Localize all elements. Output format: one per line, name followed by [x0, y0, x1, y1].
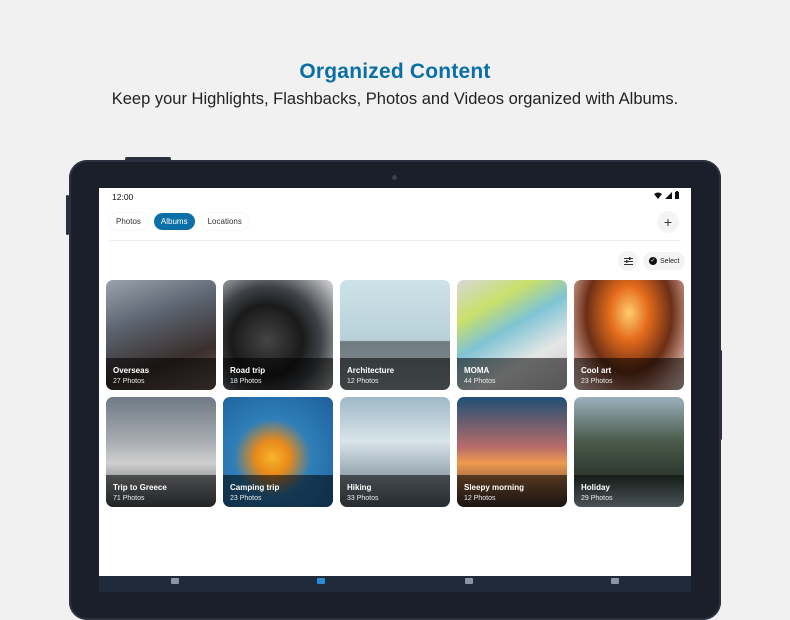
- signal-icon: [665, 191, 672, 199]
- tab-photos[interactable]: Photos: [109, 213, 148, 230]
- album-card[interactable]: Sleepy morning 12 Photos: [457, 397, 567, 507]
- album-name: Trip to Greece: [113, 483, 167, 492]
- battery-icon: [675, 191, 679, 199]
- flashbacks-nav-icon[interactable]: [465, 578, 473, 584]
- album-card[interactable]: Overseas 27 Photos: [106, 280, 216, 390]
- bottom-navigation: [99, 576, 691, 592]
- select-label: Select: [660, 257, 680, 265]
- tab-albums[interactable]: Albums: [153, 213, 195, 230]
- plus-icon: +: [663, 214, 673, 230]
- album-count: 12 Photos: [347, 378, 379, 385]
- album-card[interactable]: Holiday 29 Photos: [574, 397, 684, 507]
- album-count: 12 Photos: [464, 495, 496, 502]
- album-count: 71 Photos: [113, 495, 145, 502]
- view-tabs: Photos Albums Locations: [109, 213, 249, 230]
- album-name: Sleepy morning: [464, 483, 525, 492]
- add-album-button[interactable]: +: [657, 211, 679, 233]
- album-name: Road trip: [230, 366, 266, 375]
- album-count: 27 Photos: [113, 378, 145, 385]
- albums-nav-icon[interactable]: [317, 578, 325, 584]
- wifi-icon: [654, 192, 662, 199]
- album-card[interactable]: Hiking 33 Photos: [340, 397, 450, 507]
- check-circle-icon: ✓: [649, 257, 657, 265]
- filter-button[interactable]: [618, 251, 638, 271]
- page-title: Organized Content: [299, 60, 491, 83]
- status-icons: [654, 191, 679, 199]
- album-card[interactable]: Camping trip 23 Photos: [223, 397, 333, 507]
- tablet-screen: 12:00 Photos Albums Locations + ✓ Select…: [99, 188, 691, 592]
- album-card[interactable]: Cool art 23 Photos: [574, 280, 684, 390]
- album-name: MOMA: [464, 366, 490, 375]
- album-count: 33 Photos: [347, 495, 379, 502]
- album-count: 23 Photos: [230, 495, 262, 502]
- tab-locations[interactable]: Locations: [200, 213, 249, 230]
- album-count: 18 Photos: [230, 378, 262, 385]
- camera-lens: [392, 175, 397, 180]
- album-name: Architecture: [347, 366, 395, 375]
- album-card[interactable]: Road trip 18 Photos: [223, 280, 333, 390]
- header-divider: [109, 240, 681, 241]
- album-name: Holiday: [581, 483, 610, 492]
- album-card[interactable]: Trip to Greece 71 Photos: [106, 397, 216, 507]
- album-count: 44 Photos: [464, 378, 496, 385]
- album-name: Hiking: [347, 483, 372, 492]
- album-name: Cool art: [581, 366, 612, 375]
- album-grid: Overseas 27 Photos Road trip 18 Photos A…: [106, 280, 684, 507]
- folder-nav-icon[interactable]: [611, 578, 619, 584]
- album-count: 29 Photos: [581, 495, 613, 502]
- select-button[interactable]: ✓ Select: [643, 252, 686, 270]
- album-card[interactable]: Architecture 12 Photos: [340, 280, 450, 390]
- album-card[interactable]: MOMA 44 Photos: [457, 280, 567, 390]
- status-bar: 12:00: [99, 188, 691, 206]
- album-name: Camping trip: [230, 483, 280, 492]
- sliders-icon: [623, 257, 633, 265]
- page-subtitle: Keep your Highlights, Flashbacks, Photos…: [111, 90, 679, 108]
- home-nav-icon[interactable]: [171, 578, 179, 584]
- album-count: 23 Photos: [581, 378, 613, 385]
- album-name: Overseas: [113, 366, 150, 375]
- status-time: 12:00: [112, 192, 134, 202]
